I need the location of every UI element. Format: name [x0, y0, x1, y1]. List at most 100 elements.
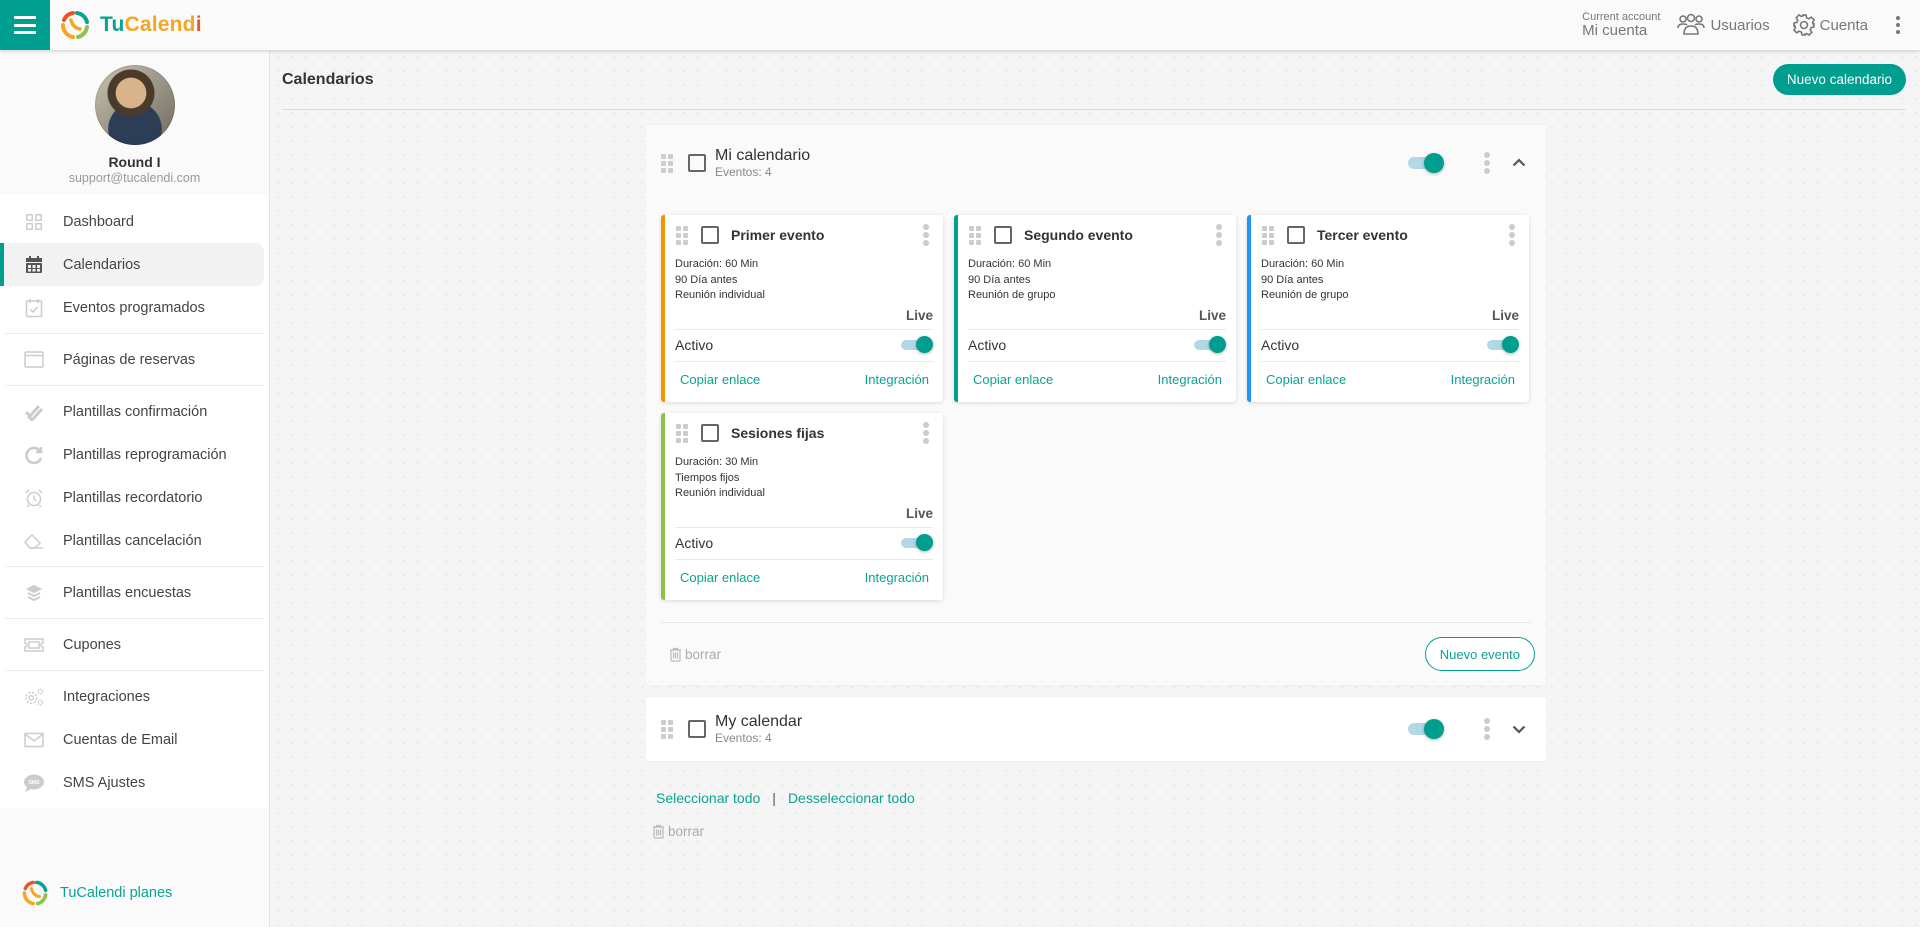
more-vertical-icon[interactable] — [1484, 718, 1490, 740]
event-title: Tercer evento — [1317, 227, 1408, 243]
copy-link-button[interactable]: Copiar enlace — [680, 372, 760, 387]
event-active-toggle[interactable] — [1194, 336, 1226, 354]
sidebar-item-cupones[interactable]: Cupones — [0, 623, 264, 666]
calendar-enabled-toggle[interactable] — [1408, 152, 1444, 173]
event-type: Reunión individual — [675, 289, 765, 301]
sidebar-item-plantillas-cancelacion[interactable]: Plantillas cancelación — [0, 519, 264, 562]
copy-link-button[interactable]: Copiar enlace — [1266, 372, 1346, 387]
alarm-clock-icon — [23, 487, 45, 509]
drag-handle-icon[interactable] — [661, 720, 673, 739]
integration-link[interactable]: Integración — [1158, 372, 1222, 387]
copy-link-button[interactable]: Copiar enlace — [680, 570, 760, 585]
drag-handle-icon[interactable] — [676, 424, 688, 443]
integration-link[interactable]: Integración — [1451, 372, 1515, 387]
sidebar-item-integraciones[interactable]: Integraciones — [0, 675, 264, 718]
calendar-panel: My calendar Eventos: 4 — [646, 697, 1546, 761]
copy-link-button[interactable]: Copiar enlace — [973, 372, 1053, 387]
event-type: Reunión de grupo — [968, 289, 1056, 301]
drag-handle-icon[interactable] — [1262, 226, 1274, 245]
event-active-toggle[interactable] — [901, 336, 933, 354]
more-vertical-icon[interactable] — [923, 224, 929, 246]
more-vertical-icon[interactable] — [1484, 151, 1490, 174]
delete-button[interactable]: borrar — [669, 647, 721, 662]
event-active-label: Activo — [675, 535, 714, 551]
sidebar-item-calendarios[interactable]: Calendarios — [0, 243, 264, 286]
chevron-down-icon[interactable] — [1512, 722, 1526, 736]
event-title: Primer evento — [731, 227, 825, 243]
drag-handle-icon[interactable] — [969, 226, 981, 245]
sidebar-item-plantillas-recordatorio[interactable]: Plantillas recordatorio — [0, 476, 264, 519]
sidebar-nav: Dashboard Calendarios Eventos programado… — [0, 195, 269, 808]
sidebar-item-label: Plantillas encuestas — [63, 584, 192, 601]
event-checkbox[interactable] — [994, 226, 1012, 244]
current-account[interactable]: Current account Mi cuenta — [1582, 12, 1660, 39]
event-active-toggle[interactable] — [1487, 336, 1519, 354]
event-checkbox[interactable] — [701, 226, 719, 244]
integration-link[interactable]: Integración — [865, 372, 929, 387]
event-active-toggle[interactable] — [901, 534, 933, 552]
ticket-icon — [23, 634, 45, 656]
event-type: Reunión individual — [675, 487, 765, 499]
calendar-check-icon — [23, 297, 45, 319]
more-vertical-icon[interactable] — [1216, 224, 1222, 246]
sidebar-item-paginas-reservas[interactable]: Páginas de reservas — [0, 338, 264, 381]
users-link[interactable]: Usuarios — [1676, 13, 1770, 37]
sidebar-item-dashboard[interactable]: Dashboard — [0, 200, 264, 243]
calendar-header: Mi calendario Eventos: 4 — [646, 125, 1546, 200]
main-content: Calendarios Nuevo calendario Mi calendar… — [271, 50, 1920, 927]
deselect-all-link[interactable]: Desseleccionar todo — [788, 790, 915, 806]
avatar[interactable] — [94, 65, 175, 145]
new-calendar-button[interactable]: Nuevo calendario — [1772, 64, 1906, 95]
page-header: Calendarios Nuevo calendario — [282, 50, 1906, 110]
event-checkbox[interactable] — [701, 424, 719, 442]
trash-icon — [653, 824, 664, 839]
calendar-footer: borrar Nuevo evento — [661, 622, 1535, 685]
event-duration: Duración: 30 Min — [675, 456, 759, 468]
more-vertical-icon[interactable] — [923, 422, 929, 444]
page-title: Calendarios — [282, 70, 374, 88]
sidebar-item-label: Cupones — [63, 636, 122, 653]
menu-button[interactable] — [0, 0, 50, 50]
redo-icon — [23, 444, 45, 466]
sidebar-item-label: Páginas de reservas — [63, 351, 196, 368]
calendar-checkbox[interactable] — [688, 720, 706, 738]
tucalendi-plans-link[interactable]: TuCalendi planes — [0, 873, 172, 913]
browser-window-icon — [23, 349, 45, 371]
drag-handle-icon[interactable] — [661, 153, 673, 173]
integration-link[interactable]: Integración — [865, 570, 929, 585]
sidebar-item-plantillas-encuestas[interactable]: Plantillas encuestas — [0, 571, 264, 614]
sidebar-item-label: Plantillas confirmación — [63, 403, 208, 420]
more-vertical-icon[interactable] — [1509, 224, 1515, 246]
sidebar-item-label: Integraciones — [63, 688, 151, 705]
calendar-checkbox[interactable] — [688, 153, 706, 172]
hamburger-icon — [14, 16, 36, 34]
sidebar-item-plantillas-reprogramacion[interactable]: Plantillas reprogramación — [0, 433, 264, 476]
event-card: Segundo evento Duración: 60 Min 90 Día ant… — [954, 215, 1236, 402]
sidebar-item-cuentas-email[interactable]: Cuentas de Email — [0, 718, 264, 761]
calendar-title: Mi calendario — [715, 146, 811, 164]
users-icon — [1677, 13, 1706, 35]
sidebar-item-label: SMS Ajustes — [63, 774, 146, 791]
calendar-enabled-toggle[interactable] — [1408, 719, 1444, 739]
calendar-title: My calendar — [715, 713, 803, 730]
calendar-header: My calendar Eventos: 4 — [646, 697, 1546, 761]
sidebar-item-eventos-programados[interactable]: Eventos programados — [0, 286, 264, 329]
account-link[interactable]: Cuenta — [1792, 13, 1868, 37]
calendar-events-count: Eventos: 4 — [715, 164, 772, 179]
sidebar-item-sms-ajustes[interactable]: SMS SMS Ajustes — [0, 761, 264, 804]
drag-handle-icon[interactable] — [676, 226, 688, 245]
envelope-icon — [23, 729, 45, 751]
event-status: Live — [1491, 307, 1519, 323]
double-check-icon — [23, 401, 45, 423]
sidebar-item-label: Plantillas recordatorio — [63, 489, 203, 506]
bulk-delete-button[interactable]: borrar — [652, 824, 704, 839]
new-event-button[interactable]: Nuevo evento — [1424, 637, 1535, 671]
brand-part-i: i — [195, 13, 202, 36]
chevron-up-icon[interactable] — [1512, 156, 1526, 170]
more-vertical-icon[interactable] — [1896, 16, 1902, 34]
brand-logo[interactable]: TuCalendi — [58, 8, 202, 42]
select-all-link[interactable]: Seleccionar todo — [656, 790, 760, 806]
event-checkbox[interactable] — [1287, 226, 1305, 244]
selection-controls: Seleccionar todo | Desseleccionar todo — [656, 790, 915, 806]
sidebar-item-plantillas-confirmacion[interactable]: Plantillas confirmación — [0, 390, 264, 433]
